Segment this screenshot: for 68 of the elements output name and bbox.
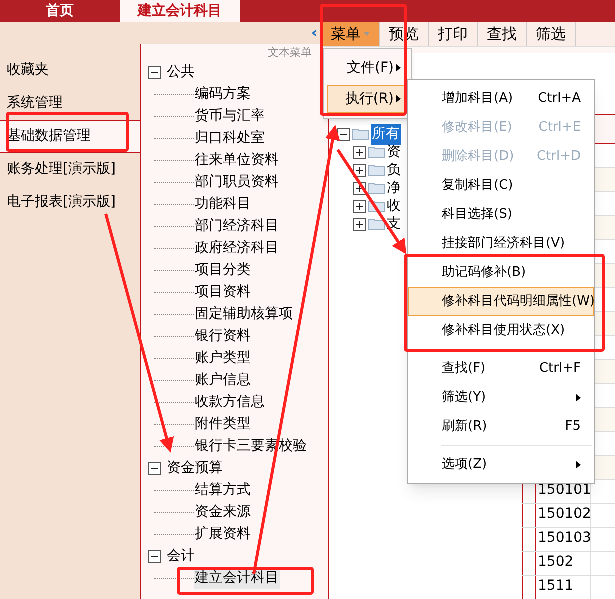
expand-icon[interactable] bbox=[353, 146, 366, 158]
expand-icon[interactable] bbox=[353, 200, 366, 212]
top-tab[interactable]: 首页 bbox=[0, 0, 120, 22]
collapse-icon[interactable] bbox=[337, 128, 350, 140]
tree-group[interactable]: 公共 bbox=[167, 62, 195, 83]
submenu-item[interactable]: 挂接部门经济科目(V) bbox=[408, 229, 594, 258]
toolbar-button[interactable]: 打印 bbox=[429, 22, 478, 46]
submenu-arrow-icon bbox=[396, 64, 401, 72]
table-cell: 150102 bbox=[536, 504, 591, 527]
tree-item[interactable]: 功能科目 bbox=[194, 194, 252, 215]
tree-item[interactable]: 账户信息 bbox=[194, 370, 252, 391]
collapse-icon[interactable] bbox=[148, 550, 161, 563]
submenu-item[interactable]: 查找(F) Ctrl+F bbox=[408, 354, 594, 383]
submenu-item[interactable]: 复制科目(C) bbox=[408, 171, 594, 200]
tree-item[interactable]: 部门职员资料 bbox=[194, 172, 280, 193]
folder-icon bbox=[368, 218, 385, 230]
toolbar-button[interactable]: 查找 bbox=[478, 22, 527, 46]
collapse-icon[interactable] bbox=[148, 66, 161, 79]
tree-item[interactable]: 扩展资料 bbox=[194, 524, 252, 545]
top-tab[interactable]: 建立会计科目 bbox=[120, 0, 240, 22]
toolbar-button[interactable]: 菜单 bbox=[322, 22, 380, 46]
menu-item[interactable]: 文件(F) bbox=[327, 54, 408, 82]
submenu-arrow-icon bbox=[396, 95, 401, 103]
tree-item[interactable]: 账户类型 bbox=[194, 348, 252, 369]
tree-item[interactable]: 负 bbox=[387, 160, 401, 180]
tree-group[interactable]: 资金预算 bbox=[167, 458, 223, 479]
submenu-item[interactable]: 选项(Z) bbox=[408, 450, 594, 479]
toolbar-button[interactable]: 筛选 bbox=[527, 22, 576, 46]
tree-item[interactable]: 项目分类 bbox=[194, 260, 252, 281]
tree-item[interactable]: 资金来源 bbox=[194, 502, 252, 523]
submenu-item[interactable]: 科目选择(S) bbox=[408, 200, 594, 229]
tree-item[interactable]: 政府经济科目 bbox=[194, 238, 280, 259]
tree-group[interactable]: 会计 bbox=[167, 546, 195, 567]
tree-item[interactable]: 项目资料 bbox=[194, 282, 252, 303]
tree-item[interactable]: 部门经济科目 bbox=[194, 216, 280, 237]
submenu-item[interactable]: 增加科目(A) Ctrl+A bbox=[408, 84, 594, 113]
tree-item[interactable]: 往来单位资料 bbox=[194, 150, 280, 171]
panel-title: 文本菜单 bbox=[268, 45, 312, 61]
tree-item[interactable]: 结算方式 bbox=[194, 480, 252, 501]
folder-icon bbox=[368, 182, 385, 194]
tree-item[interactable]: 净 bbox=[387, 178, 401, 198]
tree-item[interactable]: 银行资料 bbox=[194, 326, 252, 347]
submenu-item[interactable]: 修补科目使用状态(X) bbox=[408, 316, 594, 345]
tree-item[interactable]: 归口科处室 bbox=[194, 128, 266, 149]
folder-icon bbox=[368, 164, 385, 176]
sidebar-item[interactable]: 电子报表[演示版] bbox=[0, 186, 140, 219]
table-cell: 150103 bbox=[536, 528, 591, 551]
submenu-item[interactable]: 筛选(Y) bbox=[408, 383, 594, 412]
tree-item[interactable]: 固定辅助核算项 bbox=[194, 304, 294, 325]
collapse-toggle[interactable]: ‹ bbox=[311, 25, 318, 41]
folder-icon bbox=[352, 128, 369, 140]
table-cell: 1511 bbox=[536, 576, 591, 599]
table-cell: 1502 bbox=[536, 552, 591, 575]
sidebar-item[interactable]: 账务处理[演示版] bbox=[0, 153, 140, 186]
tree-root[interactable]: 所有 bbox=[371, 124, 401, 144]
expand-icon[interactable] bbox=[353, 218, 366, 230]
submenu-item[interactable]: 助记码修补(B) bbox=[408, 258, 594, 287]
expand-icon[interactable] bbox=[353, 164, 366, 176]
sidebar-item[interactable]: 收藏夹 bbox=[0, 54, 140, 87]
tree-item[interactable]: 货币与汇率 bbox=[194, 106, 266, 127]
submenu-item[interactable]: 刷新(R) F5 bbox=[408, 412, 594, 441]
tree-item[interactable]: 收 bbox=[387, 196, 401, 216]
tree-item[interactable]: 附件类型 bbox=[194, 414, 252, 435]
tree-item[interactable]: 资 bbox=[387, 142, 401, 162]
tree-item[interactable]: 收款方信息 bbox=[194, 392, 266, 413]
sidebar-item[interactable]: 系统管理 bbox=[0, 87, 140, 120]
tree-item[interactable]: 编码方案 bbox=[194, 84, 252, 105]
collapse-icon[interactable] bbox=[148, 462, 161, 475]
